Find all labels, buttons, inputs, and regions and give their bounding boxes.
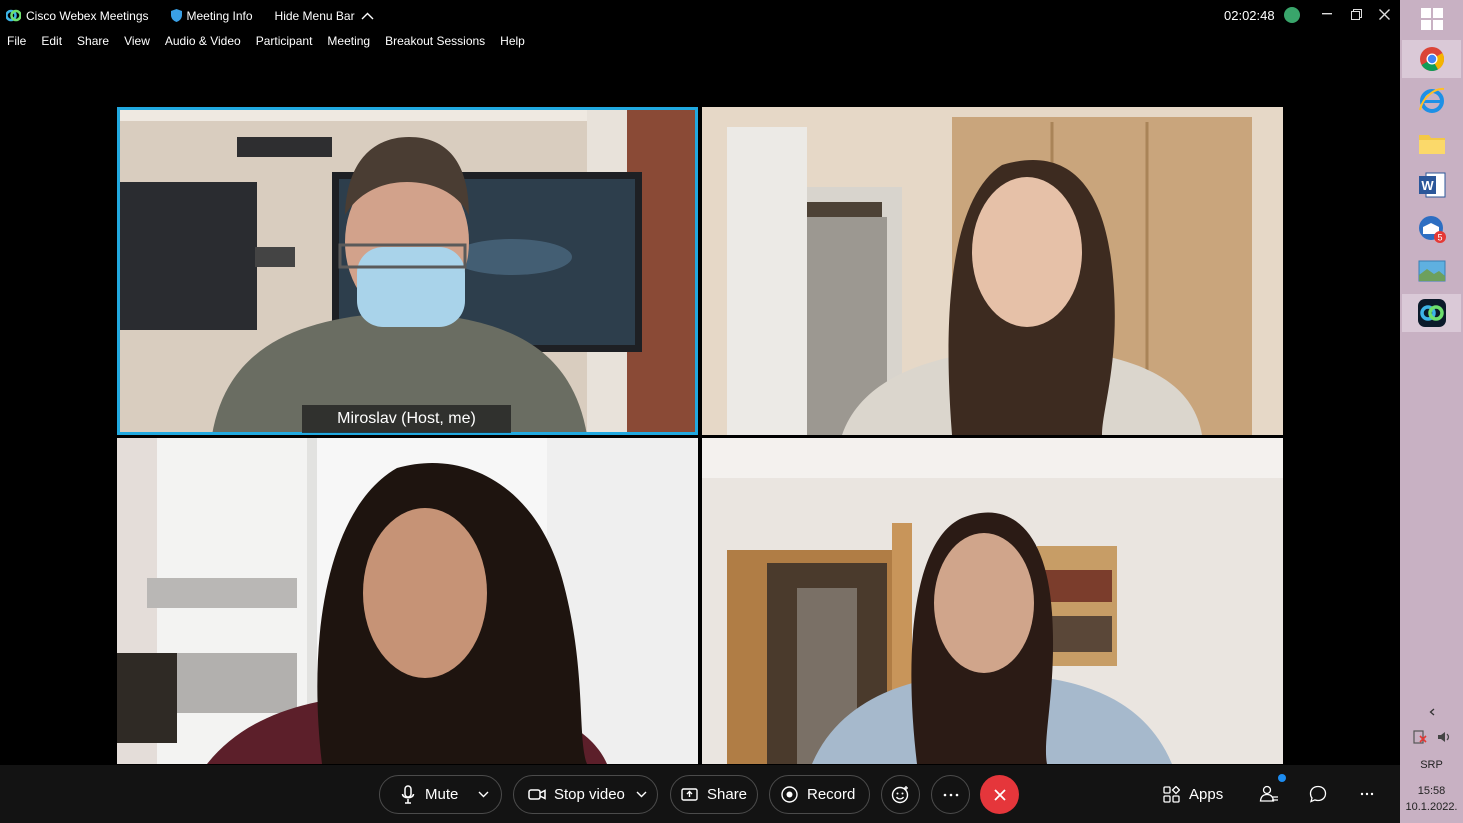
menu-view[interactable]: View (124, 34, 150, 54)
menu-share[interactable]: Share (77, 34, 109, 54)
more-panels-button[interactable] (1360, 792, 1374, 796)
mail-badge-count: 5 (1437, 233, 1442, 243)
mail-icon: 5 (1418, 216, 1446, 243)
share-button[interactable]: Share (670, 775, 758, 814)
stop-video-label: Stop video (554, 786, 625, 803)
share-label: Share (707, 786, 748, 803)
chevron-down-icon[interactable] (636, 791, 647, 798)
chat-button[interactable] (1309, 785, 1327, 803)
webex-logo-icon (6, 9, 21, 22)
taskbar-word[interactable]: W (1402, 166, 1461, 204)
taskbar-photos[interactable] (1402, 252, 1461, 290)
menu-edit[interactable]: Edit (41, 34, 62, 54)
emoji-reaction-icon (891, 786, 909, 804)
microphone-icon (401, 784, 415, 804)
word-icon: W (1418, 172, 1445, 198)
leave-meeting-button[interactable] (980, 775, 1019, 814)
participants-icon (1259, 785, 1278, 802)
title-bar: Cisco Webex Meetings Meeting Info Hide M… (0, 0, 1400, 31)
meeting-info-button[interactable]: Meeting Info (170, 8, 253, 23)
share-screen-icon (681, 787, 698, 801)
taskbar-webex[interactable] (1402, 294, 1461, 332)
camera-icon (528, 789, 546, 800)
participants-notification-dot (1278, 774, 1286, 782)
meeting-info-label: Meeting Info (186, 8, 253, 23)
apps-label: Apps (1189, 786, 1224, 803)
meeting-timer: 02:02:48 (1224, 8, 1275, 23)
close-icon (1378, 8, 1390, 20)
reactions-button[interactable] (881, 775, 920, 814)
close-button[interactable] (1375, 4, 1393, 24)
video-tile-participant-4[interactable] (702, 438, 1283, 764)
svg-text:W: W (1421, 178, 1434, 193)
hide-menu-bar-button[interactable]: Hide Menu Bar (275, 9, 379, 23)
menu-help[interactable]: Help (500, 34, 525, 54)
system-tray (1400, 730, 1463, 744)
minimize-icon (1322, 13, 1332, 15)
menu-meeting[interactable]: Meeting (327, 34, 370, 54)
taskbar-internet-explorer[interactable] (1402, 81, 1461, 119)
windows-taskbar: W 5 SRP 15:58 10.1.2022. (1400, 0, 1463, 823)
chevron-down-icon[interactable] (478, 791, 489, 798)
participant-video (117, 438, 698, 764)
meeting-control-bar: Mute Stop video Share Record Apps (0, 765, 1400, 823)
mute-label: Mute (425, 786, 459, 803)
taskbar-date[interactable]: 10.1.2022. (1400, 801, 1463, 813)
participant-video (702, 107, 1283, 435)
restore-button[interactable] (1347, 4, 1365, 24)
video-tile-participant-2[interactable] (702, 107, 1283, 435)
participant-name: Miroslav (Host, me) (337, 410, 476, 427)
folder-icon (1418, 135, 1445, 154)
app-title: Cisco Webex Meetings (6, 9, 149, 23)
participant-name-tag: Miroslav (Host, me) (302, 405, 511, 433)
menu-audio-video[interactable]: Audio & Video (165, 34, 241, 54)
menu-file[interactable]: File (7, 34, 26, 54)
menu-breakout-sessions[interactable]: Breakout Sessions (385, 34, 485, 54)
restore-icon (1350, 8, 1362, 20)
chevron-up-icon (361, 12, 374, 19)
menu-bar: File Edit Share View Audio & Video Parti… (0, 34, 533, 54)
video-tile-host[interactable]: Miroslav (Host, me) (117, 107, 698, 435)
more-icon (1360, 792, 1374, 796)
mute-button[interactable]: Mute (379, 775, 502, 814)
taskbar-chrome[interactable] (1402, 40, 1461, 78)
shield-icon (170, 9, 182, 22)
taskbar-file-explorer[interactable] (1402, 124, 1461, 162)
minimize-button[interactable] (1318, 4, 1336, 24)
record-label: Record (807, 786, 856, 803)
input-language[interactable]: SRP (1400, 759, 1463, 771)
start-button[interactable] (1402, 0, 1461, 38)
webex-icon (1417, 299, 1446, 327)
internet-explorer-icon (1418, 87, 1444, 113)
app-title-text: Cisco Webex Meetings (26, 8, 149, 23)
taskbar-mail[interactable]: 5 (1402, 210, 1461, 248)
windows-logo-icon (1420, 8, 1443, 30)
more-icon (943, 793, 958, 796)
show-hidden-icons-button[interactable] (1400, 707, 1463, 719)
chat-icon (1309, 785, 1327, 803)
hide-menu-bar-label: Hide Menu Bar (274, 8, 355, 23)
photos-icon (1418, 260, 1445, 282)
chevron-left-icon (1429, 708, 1434, 716)
volume-icon[interactable] (1437, 730, 1451, 744)
taskbar-time[interactable]: 15:58 (1400, 785, 1463, 797)
stop-video-button[interactable]: Stop video (513, 775, 658, 814)
chrome-icon (1419, 47, 1444, 72)
record-button[interactable]: Record (769, 775, 870, 814)
close-icon (993, 788, 1006, 801)
apps-button[interactable]: Apps (1163, 786, 1223, 803)
network-health-icon[interactable] (1284, 7, 1300, 23)
network-disconnected-icon[interactable] (1412, 730, 1427, 744)
video-tile-participant-3[interactable] (117, 438, 698, 764)
menu-participant[interactable]: Participant (256, 34, 313, 54)
record-icon (781, 786, 798, 803)
apps-icon (1163, 786, 1180, 803)
participant-video (117, 107, 698, 435)
more-options-button[interactable] (931, 775, 970, 814)
participants-button[interactable] (1259, 774, 1286, 803)
participant-video (702, 438, 1283, 764)
